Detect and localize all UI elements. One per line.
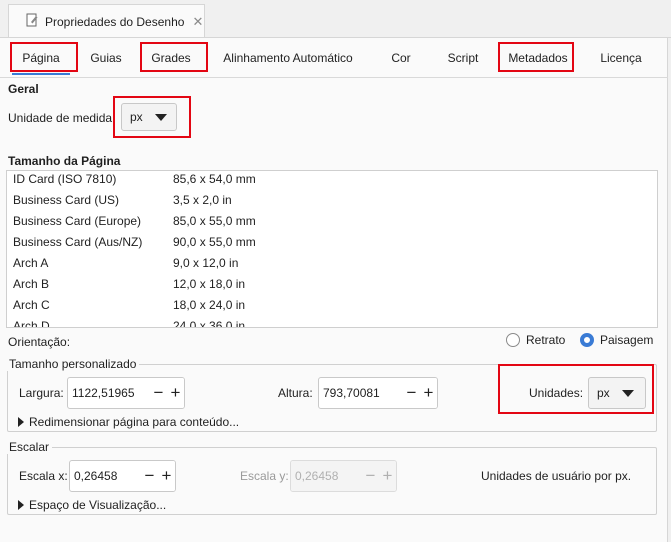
highlight-box-unit-select <box>113 96 191 138</box>
plus-button[interactable]: + <box>167 378 184 408</box>
scale-y-stepper: 0,26458 − + <box>290 460 397 492</box>
document-properties-window-tab[interactable]: Propriedades do Desenho ✕ <box>8 4 205 38</box>
tab-snapping[interactable]: Alinhamento Automático <box>212 46 364 70</box>
highlight-box-metadata-tab <box>498 42 574 72</box>
tab-license[interactable]: Licença <box>592 46 650 70</box>
radio-icon <box>506 333 520 347</box>
document-properties-icon <box>25 13 39 30</box>
list-item[interactable]: ID Card (ISO 7810) 85,6 x 54,0 mm <box>7 171 657 189</box>
resize-to-content-label: Redimensionar página para conteúdo... <box>29 415 240 429</box>
minus-button[interactable]: − <box>150 378 167 408</box>
expander-arrow-icon <box>18 500 24 510</box>
height-stepper[interactable]: 793,70081 − + <box>318 377 438 409</box>
scale-y-input: 0,26458 <box>291 461 362 491</box>
general-heading: Geral <box>8 82 39 96</box>
scale-x-input[interactable]: 0,26458 <box>70 461 141 491</box>
height-input[interactable]: 793,70081 <box>319 378 403 408</box>
list-item[interactable]: Business Card (US) 3,5 x 2,0 in <box>7 189 657 210</box>
plus-button: + <box>379 461 396 491</box>
scale-x-stepper[interactable]: 0,26458 − + <box>69 460 176 492</box>
tabs-divider <box>0 77 668 78</box>
orientation-label: Orientação: <box>8 335 71 349</box>
list-item[interactable]: Arch A 9,0 x 12,0 in <box>7 252 657 273</box>
minus-button: − <box>362 461 379 491</box>
portrait-radio[interactable]: Retrato <box>506 333 565 347</box>
portrait-label: Retrato <box>526 333 566 347</box>
list-item[interactable]: Business Card (Aus/NZ) 90,0 x 55,0 mm <box>7 231 657 252</box>
minus-button[interactable]: − <box>141 461 158 491</box>
user-units-label: Unidades de usuário por px. <box>481 469 632 483</box>
page-size-list[interactable]: ID Card (ISO 7810) 85,6 x 54,0 mm Busines… <box>6 170 658 328</box>
list-item[interactable]: Business Card (Europe) 85,0 x 55,0 mm <box>7 210 657 231</box>
list-item[interactable]: Arch D 24,0 x 36,0 in <box>7 315 657 328</box>
scale-y-label: Escala y: <box>240 469 289 483</box>
expander-arrow-icon <box>18 417 24 427</box>
unit-label: Unidade de medida: <box>8 111 116 125</box>
highlight-box-units-select <box>498 364 654 414</box>
tab-color[interactable]: Cor <box>382 46 420 70</box>
list-item[interactable]: Arch B 12,0 x 18,0 in <box>7 273 657 294</box>
plus-button[interactable]: + <box>158 461 175 491</box>
window-tab-title: Propriedades do Desenho <box>45 14 185 29</box>
width-stepper[interactable]: 1122,51965 − + <box>67 377 185 409</box>
plus-button[interactable]: + <box>420 378 437 408</box>
highlight-box-grids-tab <box>140 42 208 72</box>
scale-title: Escalar <box>6 440 53 454</box>
height-label: Altura: <box>278 386 313 400</box>
resize-to-content-expander[interactable]: Redimensionar página para conteúdo... <box>18 415 239 429</box>
close-icon[interactable]: ✕ <box>192 14 203 30</box>
custom-size-title: Tamanho personalizado <box>6 357 140 371</box>
list-item[interactable]: Arch C 18,0 x 24,0 in <box>7 294 657 315</box>
width-input[interactable]: 1122,51965 <box>68 378 150 408</box>
radio-selected-icon <box>580 333 594 347</box>
minus-button[interactable]: − <box>403 378 420 408</box>
viewbox-expander[interactable]: Espaço de Visualização... <box>18 498 166 512</box>
landscape-radio[interactable]: Paisagem <box>580 333 653 347</box>
scale-x-label: Escala x: <box>19 469 68 483</box>
page-size-heading: Tamanho da Página <box>8 154 121 168</box>
highlight-box-page-tab <box>10 42 78 72</box>
width-label: Largura: <box>19 386 64 400</box>
landscape-label: Paisagem <box>600 333 654 347</box>
tab-scripting[interactable]: Script <box>440 46 486 70</box>
tab-guides[interactable]: Guias <box>82 46 130 70</box>
viewbox-label: Espaço de Visualização... <box>29 498 167 512</box>
